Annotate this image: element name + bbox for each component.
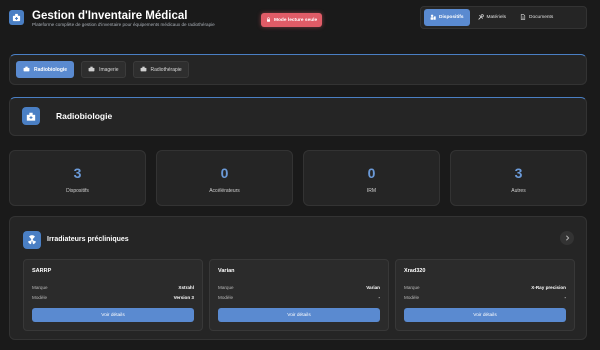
category-tab-radiotherapie[interactable]: Radiothérapie (132, 61, 189, 78)
page-title: Gestion d'Inventaire Médical (32, 10, 188, 22)
radiotherapy-icon (140, 66, 147, 74)
category-tab-imagerie[interactable]: Imagerie (81, 61, 126, 78)
stat-label: IRM (366, 188, 377, 194)
tab-documents[interactable]: Documents (514, 9, 559, 26)
top-navigation: Dispositifs Matériels Documents (420, 6, 587, 29)
model-value: Version 3 (173, 295, 194, 300)
tab-label: Documents (529, 15, 554, 20)
stat-card-irm: 0 IRM (303, 150, 440, 206)
radiation-icon (23, 231, 41, 249)
brand-label: Marque (32, 285, 48, 290)
tab-label: Matériels (486, 15, 506, 20)
model-label: Modèle (32, 295, 48, 300)
device-model-row: Modèle - (404, 295, 566, 300)
stat-card-autres: 3 Autres (450, 150, 587, 206)
section-title: Radiobiologie (56, 111, 113, 121)
view-details-button[interactable]: Voir détails (404, 308, 566, 322)
stat-label: Accélérateurs (209, 188, 240, 194)
device-card-xrad320: Xrad320 Marque X-Ray precision Modèle - … (395, 259, 575, 331)
device-brand-row: Marque Varian (218, 285, 380, 290)
model-label: Modèle (218, 295, 234, 300)
stat-value: 3 (514, 165, 523, 181)
brand-label: Marque (404, 285, 420, 290)
brand-value: X-Ray precision (531, 285, 566, 290)
model-label: Modèle (404, 295, 420, 300)
view-details-button[interactable]: Voir détails (218, 308, 380, 322)
device-group-panel: Irradiateurs précliniques SARRP Marque X… (9, 216, 587, 340)
category-tab-label: Radiothérapie (150, 66, 182, 73)
brand-value: Varian (366, 285, 380, 290)
stat-card-accelerateurs: 0 Accélérateurs (156, 150, 293, 206)
app-logo-icon (9, 10, 24, 25)
stat-value: 0 (367, 165, 376, 181)
stat-label: Autres (511, 188, 526, 194)
model-value: - (378, 295, 380, 300)
chevron-right-icon[interactable] (560, 231, 574, 245)
stat-value: 3 (73, 165, 82, 181)
brand-value: Xstrahl (178, 285, 194, 290)
device-brand-row: Marque X-Ray precision (404, 285, 566, 290)
device-brand-row: Marque Xstrahl (32, 285, 194, 290)
tab-dispositifs[interactable]: Dispositifs (424, 9, 470, 26)
device-card-sarrp: SARRP Marque Xstrahl Modèle Version 3 Vo… (23, 259, 203, 331)
category-tab-label: Imagerie (99, 66, 119, 73)
stat-value: 0 (220, 165, 229, 181)
devices-icon (430, 14, 436, 22)
section-header: Radiobiologie (9, 97, 587, 136)
stat-card-dispositifs: 3 Dispositifs (9, 150, 146, 206)
tools-icon (477, 13, 484, 22)
readonly-badge[interactable]: Mode lecture seule (261, 13, 323, 27)
page-subtitle: Plateforme complète de gestion d'inventa… (32, 22, 215, 27)
device-model-row: Modèle Version 3 (32, 295, 194, 300)
imaging-icon (88, 66, 95, 74)
category-tab-radiobiologie[interactable]: Radiobiologie (16, 61, 75, 78)
app-header: Gestion d'Inventaire Médical Plateforme … (0, 0, 600, 40)
radiobiology-icon (23, 66, 30, 74)
tab-label: Dispositifs (439, 15, 464, 20)
category-tab-label: Radiobiologie (34, 66, 68, 73)
device-model-row: Modèle - (218, 295, 380, 300)
group-title: Irradiateurs précliniques (47, 236, 129, 243)
category-tabs: Radiobiologie Imagerie Radiothérapie (9, 54, 587, 85)
brand-label: Marque (218, 285, 234, 290)
readonly-badge-label: Mode lecture seule (274, 17, 318, 23)
document-icon (520, 13, 526, 22)
model-value: - (564, 295, 566, 300)
device-name: Varian (218, 268, 235, 274)
view-details-button[interactable]: Voir détails (32, 308, 194, 322)
tab-materiels[interactable]: Matériels (472, 9, 512, 26)
lock-icon (266, 16, 271, 24)
stat-label: Dispositifs (66, 188, 89, 194)
hospital-icon (22, 107, 40, 125)
device-card-varian: Varian Marque Varian Modèle - Voir détai… (209, 259, 389, 331)
device-name: SARRP (32, 268, 52, 274)
device-name: Xrad320 (404, 268, 426, 274)
